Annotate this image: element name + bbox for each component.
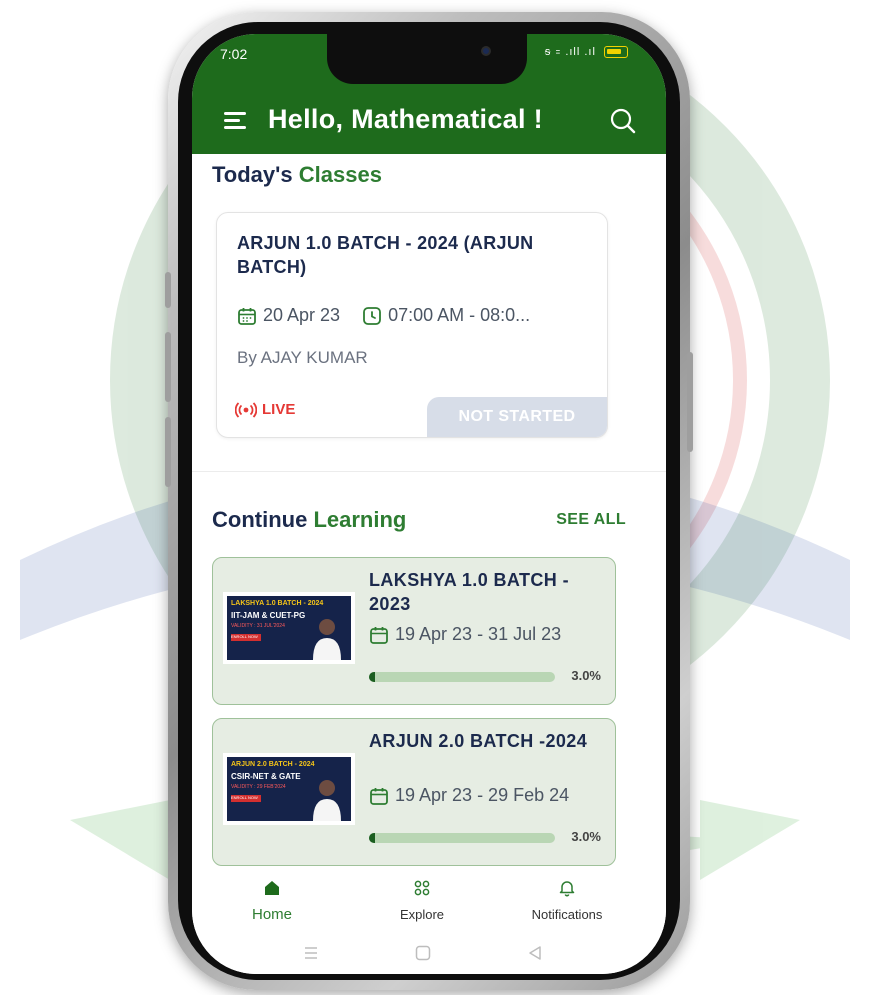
progress-fill [369, 672, 375, 682]
course-thumbnail: ARJUN 2.0 BATCH - 2024 CSIR-NET & GATE V… [223, 753, 355, 825]
class-card[interactable]: ARJUN 1.0 BATCH - 2024 (ARJUN BATCH) 20 … [216, 212, 608, 438]
course-title: ARJUN 2.0 BATCH -2024 [369, 731, 588, 751]
thumb-title: LAKSHYA 1.0 BATCH - 2024 [231, 600, 324, 607]
home-button-icon[interactable] [414, 944, 432, 962]
heading-part-1: Continue [212, 507, 308, 532]
heading-part-1: Today's [212, 162, 293, 187]
thumb-badge: ENROLL NOW [231, 634, 261, 641]
heading-part-2: Learning [313, 507, 407, 532]
course-date-range: 19 Apr 23 - 29 Feb 24 [395, 785, 570, 805]
back-icon[interactable] [526, 944, 544, 962]
camera-notch [327, 34, 527, 84]
mute-switch [165, 272, 171, 308]
volume-down-button [165, 417, 171, 487]
search-icon[interactable] [610, 108, 636, 134]
nav-home[interactable]: Home [197, 878, 347, 924]
not-started-button[interactable]: NOT STARTED [427, 397, 607, 437]
battery-icon [604, 46, 628, 59]
signal-text: ᵴ ꞊ .ıll .ıl [544, 46, 596, 58]
bell-icon [559, 881, 575, 897]
nav-notifications-label: Notifications [531, 907, 603, 922]
class-instructor: By AJAY KUMAR [237, 348, 368, 367]
course-progress-bar [369, 672, 555, 682]
instructor-photo-icon [313, 780, 341, 821]
status-icons: ᵴ ꞊ .ıll .ıl [544, 46, 628, 59]
system-navigation-bar [192, 938, 666, 974]
clock-icon [363, 306, 381, 325]
home-icon [265, 881, 279, 895]
volume-up-button [165, 332, 171, 402]
thumb-exam: CSIR-NET & GATE [231, 772, 301, 781]
todays-classes-heading: Today's Classes [212, 162, 382, 188]
greeting-title: Hello, Mathematical ! [268, 104, 543, 134]
see-all-link[interactable]: SEE ALL [556, 511, 626, 529]
class-time: 07:00 AM - 08:0... [388, 305, 531, 325]
live-indicator: LIVE [235, 401, 295, 418]
thumb-exam: IIT-JAM & CUET-PG [231, 611, 306, 620]
grid-icon [414, 880, 430, 896]
calendar-icon [238, 307, 256, 325]
continue-learning-heading: Continue Learning [212, 507, 406, 533]
app-header: 7:02 ᵴ ꞊ .ıll .ıl Hello, Mathematical ! [192, 34, 666, 154]
nav-home-label: Home [251, 906, 292, 923]
phone-frame: 7:02 ᵴ ꞊ .ıll .ıl Hello, Mathematical ! … [165, 12, 693, 990]
class-date: 20 Apr 23 [263, 305, 341, 325]
instructor-photo-icon [313, 619, 341, 660]
recent-apps-icon[interactable] [302, 944, 320, 962]
course-title: LAKSHYA 1.0 BATCH - 2023 [369, 570, 569, 614]
class-schedule: 20 Apr 23 07:00 AM - 08:0... [237, 305, 530, 326]
calendar-icon [370, 787, 388, 805]
course-card[interactable]: ARJUN 2.0 BATCH - 2024 CSIR-NET & GATE V… [212, 718, 616, 866]
nav-notifications[interactable]: Notifications [492, 878, 642, 924]
course-dates: 19 Apr 23 - 31 Jul 23 [369, 624, 561, 645]
section-divider [192, 471, 666, 472]
hamburger-menu-icon[interactable] [224, 112, 246, 129]
thumb-validity: VALIDITY : 29 FEB'2024 [231, 784, 286, 790]
nav-explore-label: Explore [399, 907, 445, 922]
thumb-badge: ENROLL NOW [231, 795, 261, 802]
nav-explore[interactable]: Explore [347, 878, 497, 924]
front-camera [481, 46, 491, 56]
course-dates: 19 Apr 23 - 29 Feb 24 [369, 785, 569, 806]
course-card[interactable]: LAKSHYA 1.0 BATCH - 2024 IIT-JAM & CUET-… [212, 557, 616, 705]
heading-part-2: Classes [298, 162, 382, 187]
thumb-validity: VALIDITY : 31 JUL'2024 [231, 623, 285, 629]
calendar-icon [370, 626, 388, 644]
app-screen: 7:02 ᵴ ꞊ .ıll .ıl Hello, Mathematical ! … [192, 34, 666, 974]
status-time: 7:02 [220, 46, 248, 62]
broadcast-icon [235, 401, 257, 418]
progress-percent: 3.0% [571, 668, 601, 683]
progress-percent: 3.0% [571, 829, 601, 844]
course-date-range: 19 Apr 23 - 31 Jul 23 [395, 624, 562, 644]
thumb-title: ARJUN 2.0 BATCH - 2024 [231, 761, 315, 768]
progress-fill [369, 833, 375, 843]
course-progress-bar [369, 833, 555, 843]
power-button [687, 352, 693, 452]
live-label: LIVE [262, 401, 296, 418]
course-thumbnail: LAKSHYA 1.0 BATCH - 2024 IIT-JAM & CUET-… [223, 592, 355, 664]
class-title: ARJUN 1.0 BATCH - 2024 (ARJUN BATCH) [237, 233, 534, 277]
